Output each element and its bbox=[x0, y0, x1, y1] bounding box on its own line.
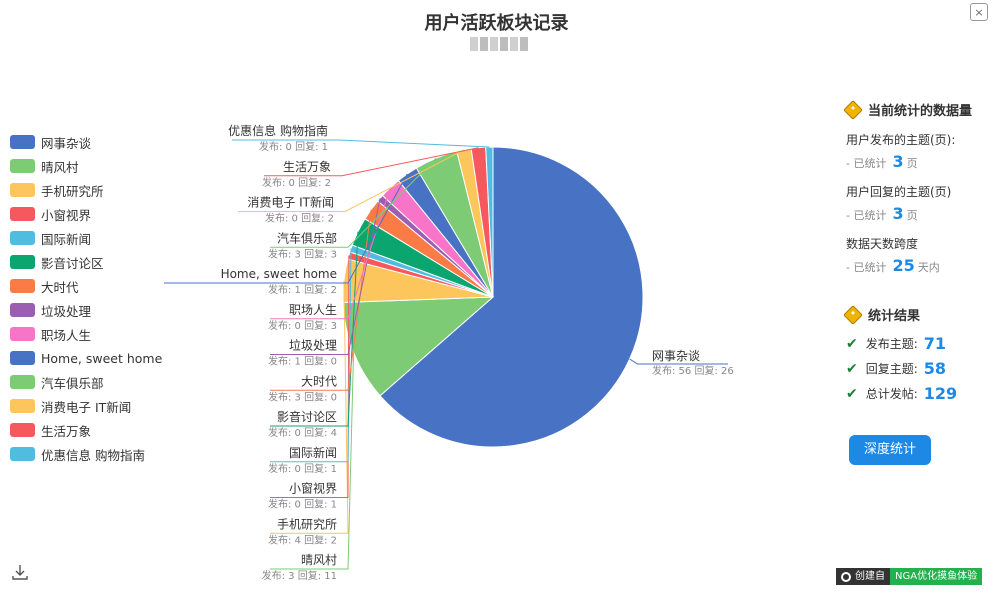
label-name: 手机研究所 bbox=[277, 516, 337, 531]
posted-label: 用户发布的主题(页): bbox=[846, 133, 956, 147]
label-detail: 发布: 1 回复: 2 bbox=[268, 283, 337, 296]
days-label: 数据天数跨度 bbox=[846, 237, 919, 251]
slice-label: 优惠信息 购物指南发布: 0 回复: 1 bbox=[228, 123, 490, 153]
label-detail: 发布: 0 回复: 4 bbox=[268, 426, 337, 439]
check-icon: ✔ bbox=[846, 360, 858, 377]
label-detail: 发布: 0 回复: 3 bbox=[268, 319, 337, 332]
label-name: 生活万象 bbox=[283, 160, 331, 174]
label-name: Home, sweet home bbox=[221, 267, 337, 281]
deep-stats-button[interactable]: 深度统计 bbox=[849, 435, 931, 465]
section-result-title: 统计结果 bbox=[843, 304, 991, 325]
label-name: 垃圾处理 bbox=[289, 338, 337, 353]
tag-icon bbox=[843, 304, 863, 325]
label-name: 消费电子 IT新闻 bbox=[247, 195, 334, 210]
pie-chart: 网事杂谈发布: 56 回复: 26晴风村发布: 3 回复: 11手机研究所发布:… bbox=[164, 123, 734, 582]
label-detail: 发布: 3 回复: 11 bbox=[262, 569, 337, 582]
days-stat: - 已统计 25 天内 bbox=[846, 256, 940, 275]
label-name: 职场人生 bbox=[289, 303, 337, 317]
label-name: 小窗视界 bbox=[289, 481, 337, 496]
tag-icon bbox=[843, 99, 863, 120]
label-detail: 发布: 3 回复: 3 bbox=[268, 247, 337, 260]
label-name: 汽车俱乐部 bbox=[277, 230, 337, 245]
label-detail: 发布: 0 回复: 1 bbox=[259, 140, 328, 153]
label-name: 国际新闻 bbox=[289, 445, 337, 460]
label-detail: 发布: 0 回复: 2 bbox=[265, 212, 334, 225]
section-data-title: 当前统计的数据量 bbox=[843, 99, 991, 120]
result-reply: ✔ 回复主题: 58 bbox=[846, 359, 947, 378]
label-detail: 发布: 4 回复: 2 bbox=[268, 533, 337, 546]
result-total: ✔ 总计发帖: 129 bbox=[846, 384, 958, 403]
label-name: 网事杂谈 bbox=[652, 349, 700, 363]
check-icon: ✔ bbox=[846, 385, 858, 402]
credit-badge[interactable]: 创建自 NGA优化摸鱼体验 bbox=[836, 568, 983, 585]
label-name: 大时代 bbox=[301, 374, 337, 388]
check-icon: ✔ bbox=[846, 335, 858, 352]
replied-value: 3 bbox=[892, 204, 904, 223]
days-value: 25 bbox=[892, 256, 915, 275]
result-post: ✔ 发布主题: 71 bbox=[846, 334, 947, 353]
posted-value: 3 bbox=[892, 152, 904, 171]
label-detail: 发布: 3 回复: 0 bbox=[268, 390, 337, 403]
label-detail: 发布: 0 回复: 2 bbox=[262, 176, 331, 189]
posted-stat: - 已统计 3 页 bbox=[846, 152, 918, 171]
label-detail: 发布: 0 回复: 1 bbox=[268, 462, 337, 475]
label-name: 影音讨论区 bbox=[277, 409, 337, 424]
label-name: 晴风村 bbox=[301, 553, 337, 567]
replied-label: 用户回复的主题(页) bbox=[846, 185, 952, 199]
replied-stat: - 已统计 3 页 bbox=[846, 204, 918, 223]
slice-label: 网事杂谈发布: 56 回复: 26 bbox=[629, 349, 734, 377]
label-detail: 发布: 0 回复: 1 bbox=[268, 498, 337, 511]
download-icon[interactable] bbox=[11, 563, 29, 581]
label-detail: 发布: 56 回复: 26 bbox=[652, 364, 734, 377]
stats-panel: 当前统计的数据量 用户发布的主题(页): - 已统计 3 页 用户回复的主题(页… bbox=[843, 99, 991, 403]
label-detail: 发布: 1 回复: 0 bbox=[268, 355, 337, 368]
label-name: 优惠信息 购物指南 bbox=[228, 123, 328, 138]
logo-icon bbox=[841, 571, 851, 582]
